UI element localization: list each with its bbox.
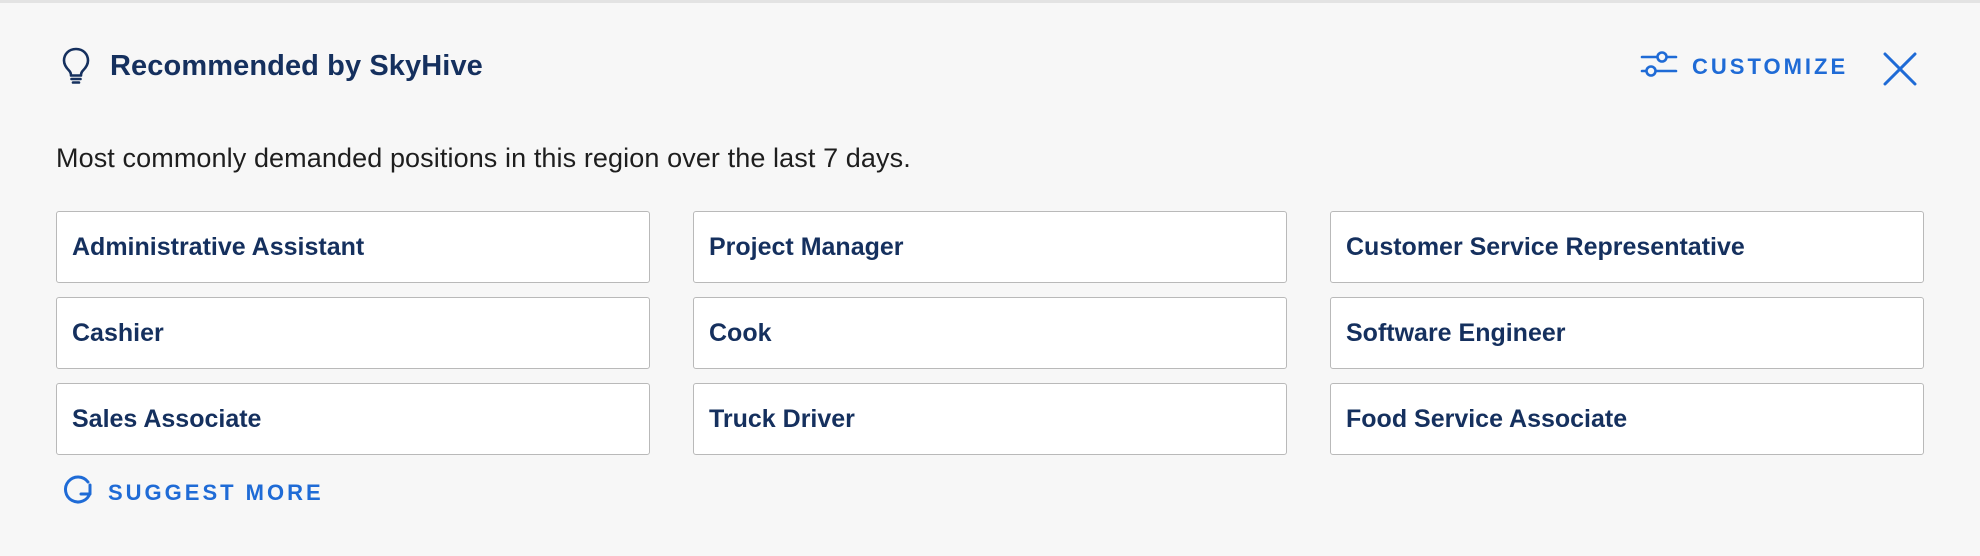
position-card-sales-associate[interactable]: Sales Associate <box>56 383 650 455</box>
position-card-project-manager[interactable]: Project Manager <box>693 211 1287 283</box>
position-card-customer-service-representative[interactable]: Customer Service Representative <box>1330 211 1924 283</box>
close-icon <box>1882 51 1918 92</box>
suggest-more-button[interactable]: SUGGEST MORE <box>60 473 324 512</box>
position-label: Truck Driver <box>709 404 855 433</box>
positions-grid: Administrative Assistant Project Manager… <box>56 211 1924 455</box>
panel-title: Recommended by SkyHive <box>110 49 483 82</box>
position-label: Food Service Associate <box>1346 404 1628 433</box>
customize-label: CUSTOMIZE <box>1692 53 1849 79</box>
position-label: Cashier <box>72 318 164 347</box>
panel-description: Most commonly demanded positions in this… <box>56 143 911 173</box>
position-card-truck-driver[interactable]: Truck Driver <box>693 383 1287 455</box>
sliders-icon <box>1640 49 1678 84</box>
position-label: Sales Associate <box>72 404 262 433</box>
position-label: Cook <box>709 318 772 347</box>
lightbulb-icon <box>56 45 96 87</box>
position-card-administrative-assistant[interactable]: Administrative Assistant <box>56 211 650 283</box>
position-label: Administrative Assistant <box>72 232 365 261</box>
position-label: Customer Service Representative <box>1346 232 1745 261</box>
customize-button[interactable]: CUSTOMIZE <box>1640 49 1848 84</box>
refresh-icon <box>60 473 96 512</box>
suggest-more-label: SUGGEST MORE <box>108 479 324 505</box>
position-label: Software Engineer <box>1346 318 1566 347</box>
panel-header: Recommended by SkyHive <box>56 45 483 87</box>
position-card-food-service-associate[interactable]: Food Service Associate <box>1330 383 1924 455</box>
position-card-cashier[interactable]: Cashier <box>56 297 650 369</box>
close-button[interactable] <box>1880 51 1920 91</box>
position-card-cook[interactable]: Cook <box>693 297 1287 369</box>
position-label: Project Manager <box>709 232 904 261</box>
position-card-software-engineer[interactable]: Software Engineer <box>1330 297 1924 369</box>
recommendations-panel: Recommended by SkyHive CUSTOMIZE Most co… <box>0 0 1980 556</box>
